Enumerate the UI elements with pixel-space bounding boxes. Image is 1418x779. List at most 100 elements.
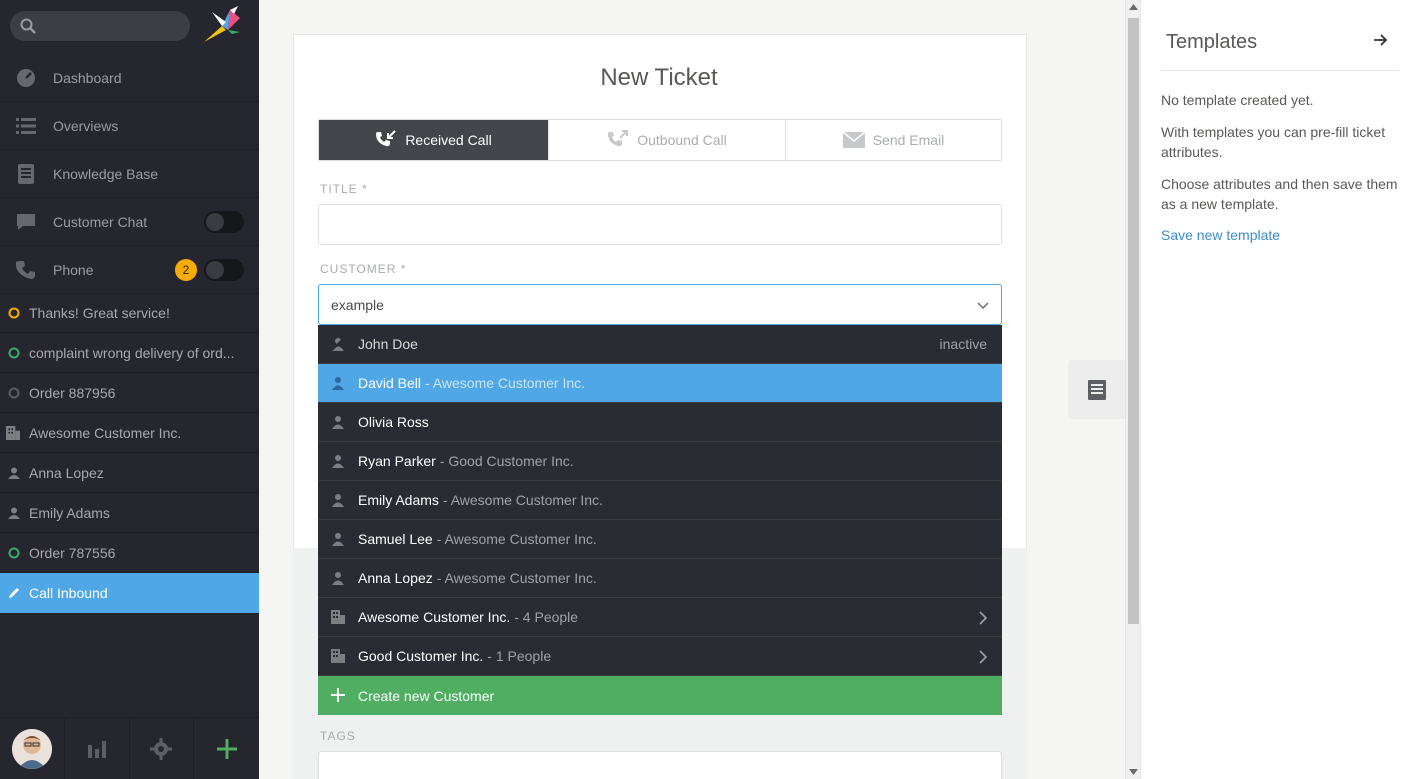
gear-icon	[150, 738, 173, 760]
task-item[interactable]: Anna Lopez	[0, 453, 259, 493]
ticket-status-closed-icon	[8, 387, 20, 399]
chevron-right-icon[interactable]	[978, 650, 988, 664]
customer-organization: - Good Customer Inc.	[439, 453, 574, 469]
customer-label: CUSTOMER *	[320, 262, 407, 276]
task-item[interactable]: Awesome Customer Inc.	[0, 413, 259, 453]
list-item[interactable]: Anna Lopez - Awesome Customer Inc.	[318, 559, 1002, 598]
list-item[interactable]: Good Customer Inc. - 1 People	[318, 637, 1002, 676]
tab-send-email[interactable]: Send Email	[786, 120, 1001, 160]
scroll-down-icon[interactable]	[1129, 769, 1138, 775]
open-tasks-list: Thanks! Great service! complaint wrong d…	[0, 293, 259, 613]
task-item-active[interactable]: Call Inbound	[0, 573, 259, 613]
organization-people-count: - 4 People	[514, 609, 579, 625]
scroll-up-icon[interactable]	[1129, 4, 1138, 10]
outbound-call-icon	[608, 130, 629, 147]
create-new-customer-label: Create new Customer	[358, 687, 495, 704]
tags-field[interactable]	[318, 751, 1002, 779]
dashboard-icon	[17, 69, 35, 87]
customer-name: Ryan Parker	[358, 453, 436, 469]
nav-overviews-label: Overviews	[53, 117, 119, 134]
customer-name: John Doe	[358, 336, 418, 352]
reports-button[interactable]	[65, 718, 130, 779]
title-label: TITLE *	[320, 182, 368, 196]
sidebar-bottom-bar	[0, 717, 259, 779]
user-icon	[332, 494, 344, 507]
templates-title: Templates	[1166, 31, 1258, 53]
task-label: Order 887956	[29, 384, 116, 401]
customer-organization: - Awesome Customer Inc.	[436, 531, 597, 547]
phone-icon	[16, 261, 35, 279]
list-item[interactable]: Olivia Ross	[318, 403, 1002, 442]
nav-dashboard[interactable]: Dashboard	[0, 54, 259, 102]
customer-field[interactable]	[318, 284, 1002, 325]
scrollbar-thumb[interactable]	[1128, 18, 1139, 624]
create-new-customer-button[interactable]: Create new Customer	[318, 676, 1002, 715]
customer-name: Samuel Lee	[358, 531, 433, 547]
tab-outbound-call-label: Outbound Call	[637, 132, 727, 148]
nav-customer-chat[interactable]: Customer Chat	[0, 198, 259, 246]
task-item[interactable]: Order 887956	[0, 373, 259, 413]
save-new-template-link[interactable]: Save new template	[1161, 227, 1280, 243]
task-item[interactable]: Emily Adams	[0, 493, 259, 533]
search-box[interactable]	[10, 11, 190, 41]
customer-name: Emily Adams	[358, 492, 439, 508]
list-item[interactable]: Emily Adams - Awesome Customer Inc.	[318, 481, 1002, 520]
inactive-user-icon	[331, 337, 345, 351]
customer-chat-toggle[interactable]	[204, 211, 244, 233]
new-item-button[interactable]	[194, 718, 259, 779]
task-label: Emily Adams	[29, 504, 110, 521]
settings-button[interactable]	[130, 718, 195, 779]
list-item-selected[interactable]: David Bell - Awesome Customer Inc.	[318, 364, 1002, 403]
tab-outbound-call[interactable]: Outbound Call	[549, 120, 786, 160]
user-icon	[8, 507, 20, 519]
plus-icon	[216, 739, 237, 759]
sidebar-toggle-tab[interactable]	[1068, 360, 1125, 419]
logo-icon[interactable]	[200, 4, 246, 46]
document-icon	[1087, 379, 1106, 400]
ticket-status-open-icon	[8, 347, 20, 359]
search-input[interactable]	[44, 11, 184, 41]
chevron-down-icon[interactable]	[977, 299, 989, 311]
main-scrollbar[interactable]	[1125, 0, 1140, 779]
phone-toggle[interactable]	[204, 259, 244, 281]
plus-icon	[331, 688, 345, 702]
title-field[interactable]	[318, 204, 1002, 245]
task-item[interactable]: complaint wrong delivery of ord...	[0, 333, 259, 373]
avatar	[11, 729, 52, 769]
main-navigation: Dashboard Overviews Knowledge Base Custo…	[0, 54, 259, 294]
tab-received-call[interactable]: Received Call	[319, 120, 549, 160]
templates-help-text: With templates you can pre-fill ticket a…	[1161, 124, 1386, 160]
ticket-status-open-icon	[8, 547, 20, 559]
bar-chart-icon	[87, 741, 106, 758]
user-icon	[8, 467, 20, 479]
chevron-right-icon[interactable]	[978, 611, 988, 625]
inactive-status: inactive	[939, 336, 987, 352]
customer-name: Olivia Ross	[358, 414, 429, 430]
task-item[interactable]: Order 787556	[0, 533, 259, 573]
organization-name: Awesome Customer Inc.	[358, 609, 511, 625]
arrow-right-icon[interactable]	[1374, 34, 1388, 46]
customer-name: Anna Lopez	[358, 570, 433, 586]
customer-input[interactable]	[319, 285, 1001, 324]
list-item[interactable]: John Doe inactive	[318, 325, 1002, 364]
list-item[interactable]: Ryan Parker - Good Customer Inc.	[318, 442, 1002, 481]
list-item[interactable]: Samuel Lee - Awesome Customer Inc.	[318, 520, 1002, 559]
nav-phone-label: Phone	[53, 261, 94, 278]
nav-phone[interactable]: Phone 2	[0, 246, 259, 294]
received-call-icon	[376, 130, 397, 147]
customer-autocomplete-list: John Doe inactive David Bell - Awesome C…	[318, 325, 1002, 715]
task-item[interactable]: Thanks! Great service!	[0, 293, 259, 333]
organization-name: Good Customer Inc.	[358, 648, 484, 664]
templates-help-text: Choose attributes and then save them as …	[1161, 176, 1398, 212]
user-menu-button[interactable]	[0, 718, 65, 779]
title-input[interactable]	[319, 205, 1001, 244]
list-item[interactable]: Awesome Customer Inc. - 4 People	[318, 598, 1002, 637]
tab-received-call-label: Received Call	[405, 132, 492, 148]
nav-dashboard-label: Dashboard	[53, 69, 122, 86]
tags-label: TAGS	[320, 729, 356, 743]
task-label: Awesome Customer Inc.	[29, 424, 182, 441]
nav-knowledge-base[interactable]: Knowledge Base	[0, 150, 259, 198]
book-icon	[18, 164, 34, 184]
nav-knowledge-base-label: Knowledge Base	[53, 165, 159, 182]
nav-overviews[interactable]: Overviews	[0, 102, 259, 150]
